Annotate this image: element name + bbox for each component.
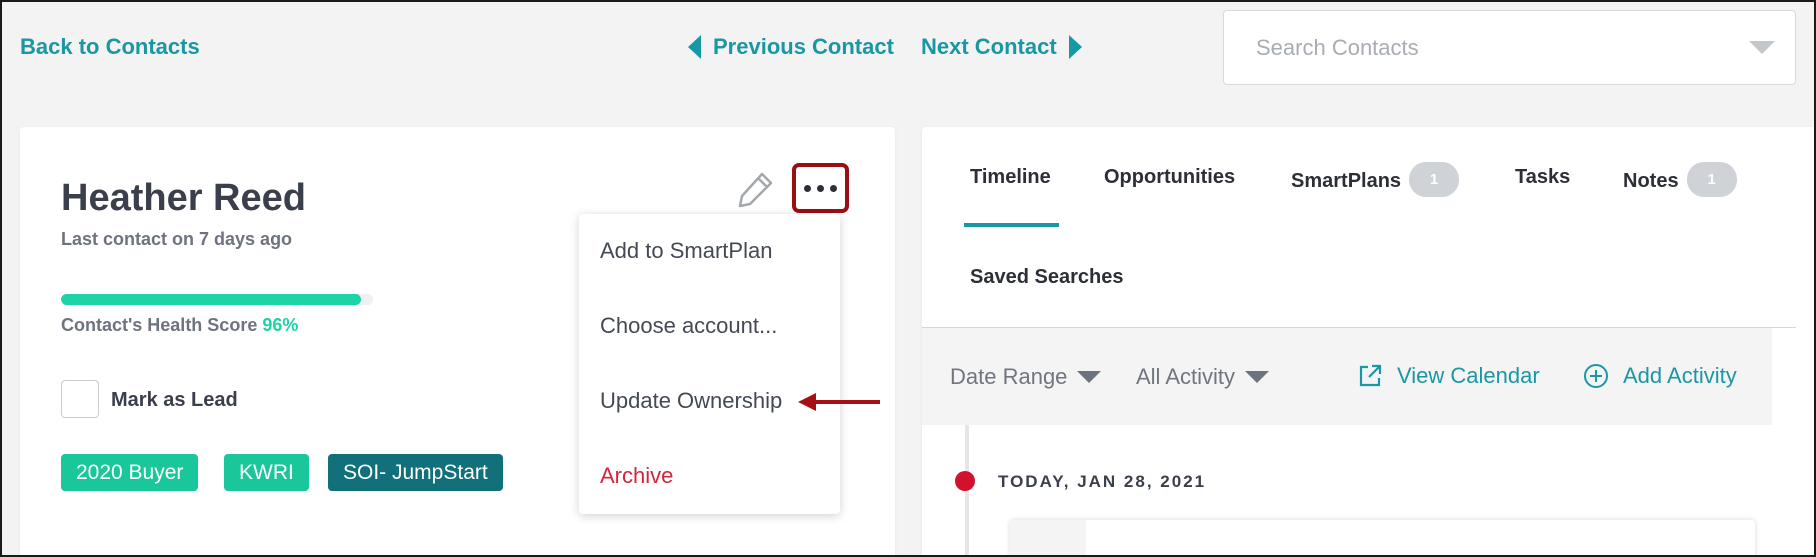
- timeline-dot: [955, 471, 975, 491]
- arrow-left-icon: [798, 393, 880, 411]
- search-contacts-select[interactable]: Search Contacts: [1223, 10, 1796, 85]
- tab-saved-searches[interactable]: Saved Searches: [970, 266, 1123, 289]
- tab-tasks-label: Tasks: [1515, 166, 1571, 188]
- tab-timeline[interactable]: Timeline: [970, 166, 1051, 189]
- external-link-icon: [1359, 364, 1382, 387]
- activity-panel: Timeline Opportunities SmartPlans 1 Task…: [922, 127, 1816, 557]
- health-score-label: Contact's Health Score: [61, 315, 258, 335]
- health-score-text: Contact's Health Score 96%: [61, 315, 298, 336]
- all-activity-filter[interactable]: All Activity: [1136, 364, 1270, 390]
- notes-count-badge: 1: [1686, 162, 1737, 197]
- mark-as-lead-label: Mark as Lead: [111, 389, 238, 411]
- tag-2020-buyer[interactable]: 2020 Buyer: [61, 454, 199, 491]
- tab-timeline-label: Timeline: [970, 166, 1051, 188]
- add-activity-label: Add Activity: [1623, 363, 1737, 388]
- pencil-icon[interactable]: [736, 169, 776, 209]
- tag-soi-jumpstart[interactable]: SOI- JumpStart: [328, 454, 503, 491]
- add-activity-button[interactable]: Add Activity: [1583, 363, 1737, 389]
- triangle-right-icon: [1068, 35, 1082, 59]
- date-range-label: Date Range: [950, 364, 1068, 389]
- chevron-down-icon: [1245, 371, 1270, 383]
- last-contact-text: Last contact on 7 days ago: [61, 229, 293, 249]
- tab-notes-label: Notes: [1623, 170, 1679, 192]
- tab-smartplans[interactable]: SmartPlans 1: [1291, 162, 1460, 197]
- timeline-line: [965, 425, 969, 557]
- view-calendar-button[interactable]: View Calendar: [1357, 363, 1540, 389]
- activity-filter-bar: Date Range All Activity View Calendar Ad…: [922, 328, 1772, 425]
- previous-contact-label: Previous Contact: [713, 34, 894, 59]
- more-options-button[interactable]: [792, 163, 849, 213]
- tab-notes[interactable]: Notes 1: [1623, 162, 1737, 197]
- tab-opportunities[interactable]: Opportunities: [1104, 166, 1235, 189]
- tab-tasks[interactable]: Tasks: [1515, 166, 1570, 189]
- triangle-left-icon: [688, 35, 701, 59]
- activity-card-icon-area: [1010, 520, 1086, 557]
- health-score-fill: [61, 294, 361, 305]
- menu-item-choose-account[interactable]: Choose account...: [600, 313, 777, 339]
- more-options-dot: [830, 184, 837, 192]
- timeline-date-heading: TODAY, JAN 28, 2021: [998, 472, 1207, 491]
- search-contacts-placeholder: Search Contacts: [1256, 34, 1419, 60]
- date-range-filter[interactable]: Date Range: [950, 364, 1102, 390]
- previous-contact-link[interactable]: Previous Contact: [688, 34, 894, 60]
- contact-name: Heather Reed: [61, 177, 306, 219]
- chevron-down-icon[interactable]: [1749, 41, 1775, 54]
- tab-opportunities-label: Opportunities: [1104, 166, 1236, 188]
- tab-smartplans-label: SmartPlans: [1291, 170, 1402, 192]
- next-contact-label: Next Contact: [921, 34, 1057, 59]
- smartplans-count-badge: 1: [1409, 162, 1460, 197]
- health-score-bar: [61, 294, 373, 305]
- next-contact-link[interactable]: Next Contact: [921, 34, 1082, 60]
- tag-kwri[interactable]: KWRI: [224, 454, 309, 491]
- chevron-down-icon: [1077, 371, 1102, 383]
- health-score-value: 96%: [262, 315, 299, 335]
- menu-item-add-to-smartplan[interactable]: Add to SmartPlan: [600, 238, 772, 264]
- mark-as-lead-checkbox[interactable]: [61, 380, 99, 418]
- more-options-icon: [804, 184, 811, 192]
- activity-card[interactable]: [1010, 520, 1755, 557]
- view-calendar-label: View Calendar: [1397, 363, 1540, 388]
- active-tab-indicator: [964, 223, 1059, 227]
- back-to-contacts-link[interactable]: Back to Contacts: [20, 34, 200, 60]
- menu-item-update-ownership[interactable]: Update Ownership: [600, 388, 782, 414]
- tab-saved-searches-label: Saved Searches: [970, 266, 1124, 288]
- more-options-menu: Add to SmartPlan Choose account... Updat…: [579, 214, 840, 514]
- plus-circle-icon: [1584, 364, 1608, 388]
- menu-item-archive[interactable]: Archive: [600, 463, 673, 489]
- all-activity-label: All Activity: [1136, 364, 1236, 389]
- more-options-dot: [817, 184, 824, 192]
